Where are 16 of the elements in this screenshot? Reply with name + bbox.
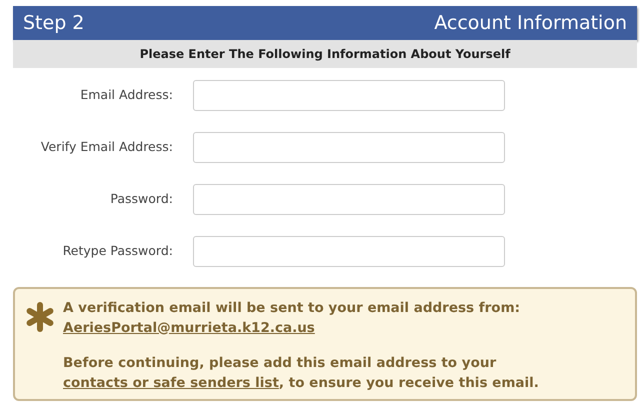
email-link[interactable]: AeriesPortal@murrieta.k12.ca.us — [63, 320, 315, 336]
notice-text: A verification email will be sent to your email address from: AeriesPortal@murrieta.k12.ca.us — [63, 299, 522, 338]
section-title: Account Information — [434, 10, 627, 36]
input-field[interactable] — [193, 132, 505, 163]
asterisk-icon — [25, 302, 55, 332]
input-field[interactable] — [193, 184, 505, 215]
notice-text: Before continuing, please add this email address to your contacts or safe senders list, to ensure you receive this email. — [63, 354, 540, 393]
field-label: Verify Email Address: — [40, 138, 173, 156]
field-label: Retype Password: — [62, 242, 173, 260]
step-label: Step 2 — [23, 10, 84, 36]
contacts-link[interactable]: contacts or safe senders list — [63, 374, 279, 391]
input-field[interactable] — [193, 80, 505, 111]
section-subtitle: Please Enter The Following Information About Yourself — [13, 40, 637, 68]
field-label: Email Address: — [79, 86, 173, 104]
input-field[interactable] — [193, 236, 505, 267]
field-label: Password: — [109, 190, 173, 208]
